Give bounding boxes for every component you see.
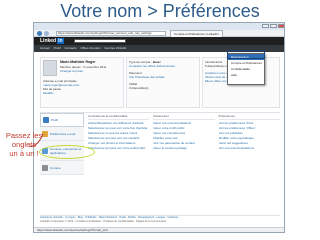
address-bar: https://www.linkedin.com/settings/?trk=n… — [34, 30, 284, 37]
settings-link[interactable]: Voir vos recommandations — [219, 146, 280, 151]
tab-profil[interactable]: Profil — [40, 113, 84, 127]
profile-icon — [43, 117, 49, 123]
settings-link[interactable]: Gérer le contenu partagé — [153, 146, 214, 151]
window-titlebar — [34, 23, 284, 30]
settings-column: Paramètres Gérer vos recommandations Gér… — [153, 113, 215, 151]
linkedin-header: Linked in — [34, 37, 284, 45]
settings-columns: Contrôles de la confidentialité Activer/… — [88, 113, 280, 151]
forward-icon[interactable] — [44, 31, 49, 36]
tab-compte[interactable]: Compte — [40, 161, 84, 175]
search-input[interactable] — [74, 39, 126, 43]
browser-window: https://www.linkedin.com/settings/?trk=n… — [33, 22, 285, 233]
nav-item-interets[interactable]: Centres d'intérêt — [104, 45, 126, 52]
upgrade-link[interactable]: Comparer les offres d'abonnement — [129, 64, 197, 68]
change-photo-link[interactable]: Changer la photo — [60, 69, 106, 73]
avatar[interactable] — [43, 60, 57, 76]
browser-tabs: Compte et Préférences | LinkedIn — [170, 30, 223, 37]
settings-link[interactable]: Sélectionner qui peut voir votre profil … — [88, 146, 149, 151]
inmail-count: 0 disponible(s) — [129, 86, 149, 90]
browser-tab[interactable]: Compte et Préférences | LinkedIn — [170, 30, 223, 37]
settings-column: Contrôles de la confidentialité Activer/… — [88, 113, 150, 151]
status-bar: https://www.linkedin.com/secure/settings… — [34, 227, 284, 232]
nav-item-accueil[interactable]: Accueil — [40, 45, 50, 52]
column-heading: Préférences — [218, 113, 280, 120]
password-change-link[interactable]: Modifier — [43, 91, 79, 95]
nav-item-contacts[interactable]: Contacts — [65, 45, 77, 52]
back-icon[interactable] — [37, 31, 42, 36]
annotation-arrow-icon — [28, 133, 44, 147]
minimize-icon[interactable] — [262, 24, 269, 28]
purchase-history-link[interactable]: Voir l'historique des achats — [129, 75, 197, 79]
linkedin-logo[interactable]: Linked in — [40, 38, 64, 44]
url-input[interactable]: https://www.linkedin.com/settings/?trk=n… — [56, 31, 166, 36]
shield-icon — [42, 164, 48, 171]
status-url: https://www.linkedin.com/secure/settings… — [37, 228, 108, 232]
column-heading: Paramètres — [153, 113, 215, 120]
nav-item-profil[interactable]: Profil — [54, 45, 61, 52]
column-heading: Contrôles de la confidentialité — [88, 113, 150, 120]
highlight-oval — [39, 145, 95, 159]
maximize-icon[interactable] — [270, 24, 277, 28]
close-icon[interactable] — [278, 24, 284, 28]
slide-title: Votre nom > Préférences — [60, 1, 260, 21]
footer-copyright: LinkedIn Corporation © 2013 · Conditions… — [40, 220, 167, 223]
account-type-box: Type de compte : Basic Comparer les offr… — [126, 57, 200, 108]
nav-item-emplois[interactable]: Offres d'emploi — [80, 45, 100, 52]
settings-column: Préférences Voir les préférences 'Infos'… — [218, 113, 280, 151]
settings-area: Profil Préférences e-mail Groupes, entre… — [40, 112, 280, 212]
dropdown-highlight — [227, 50, 265, 59]
menu-item-aide[interactable]: Aide — [228, 72, 264, 78]
profile-box: Marie-Mathilde Roger Membre depuis : 3 n… — [40, 57, 124, 108]
